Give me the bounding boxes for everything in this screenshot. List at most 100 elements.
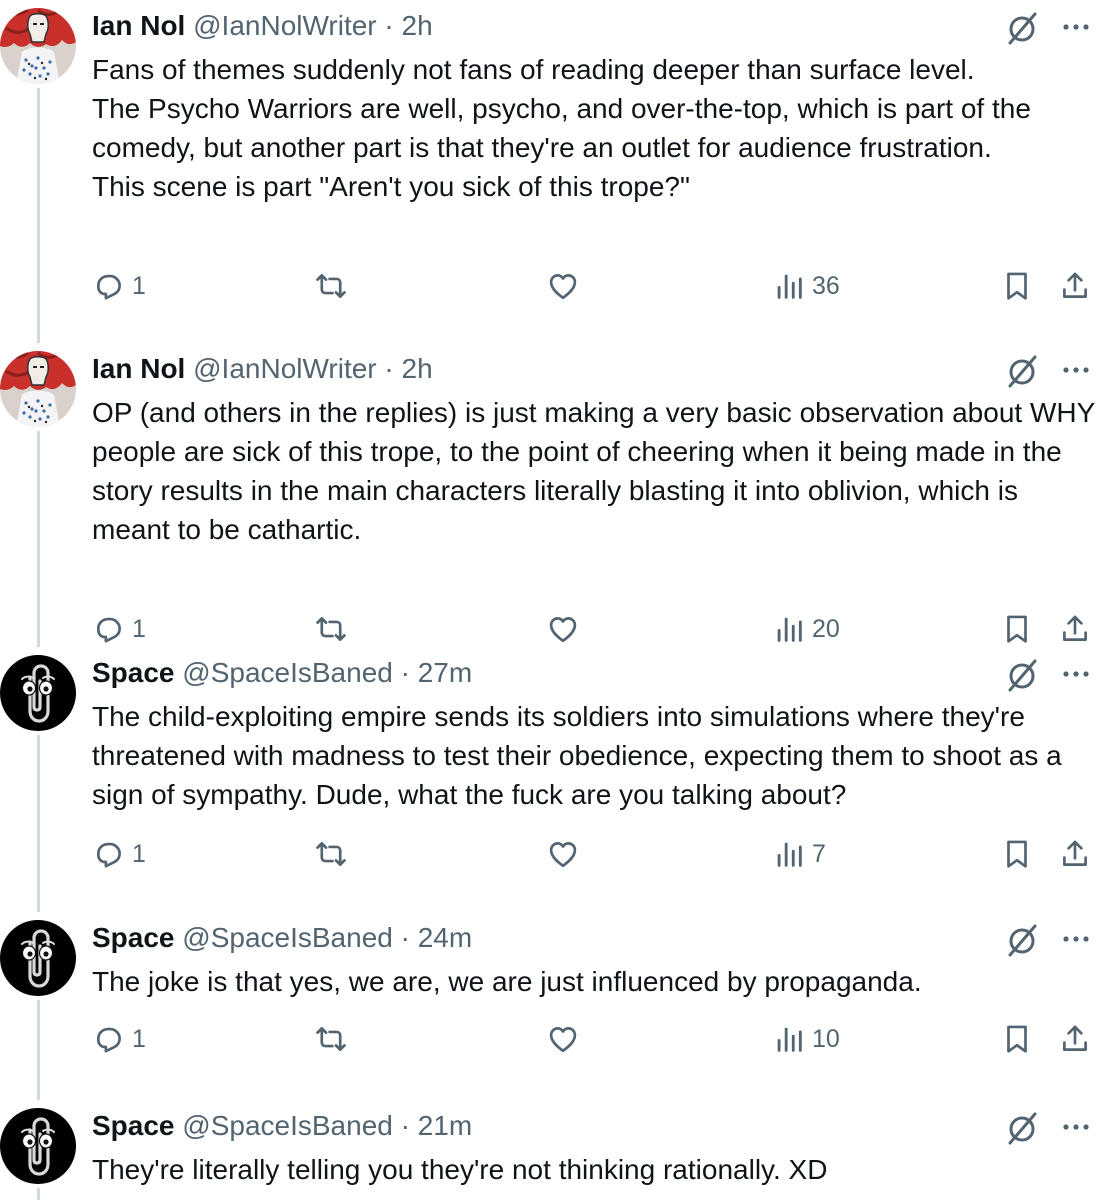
share-button[interactable]: [1058, 609, 1092, 649]
display-name[interactable]: Ian Nol: [92, 353, 185, 384]
display-name[interactable]: Space: [92, 657, 175, 688]
display-name[interactable]: Space: [92, 1110, 175, 1141]
paperclip-avatar: [0, 1108, 76, 1184]
reply-count: 1: [132, 271, 146, 300]
grok-icon[interactable]: [1002, 353, 1042, 389]
like-button[interactable]: [546, 266, 580, 306]
reply-count: 1: [132, 614, 146, 643]
grok-icon[interactable]: [1002, 10, 1042, 46]
tweet: Space @SpaceIsBaned · 24m The joke is tha…: [0, 912, 1105, 1100]
user-handle[interactable]: @SpaceIsBaned: [182, 657, 393, 688]
grok-icon[interactable]: [1002, 657, 1042, 693]
retweet-button[interactable]: [314, 834, 348, 874]
avatar[interactable]: [0, 8, 76, 84]
more-icon[interactable]: [1058, 355, 1094, 385]
views-count: 20: [812, 614, 840, 643]
retweet-icon: [314, 612, 348, 646]
retweet-button[interactable]: [314, 266, 348, 306]
retweet-button[interactable]: [314, 1019, 348, 1059]
bookmark-button[interactable]: [1000, 834, 1034, 874]
timestamp[interactable]: 21m: [418, 1110, 472, 1141]
tweet-actions: 1 10: [0, 1019, 1105, 1059]
avatar[interactable]: [0, 351, 76, 427]
reply-icon: [92, 269, 126, 303]
retweet-icon: [314, 269, 348, 303]
avatar[interactable]: [0, 920, 76, 996]
display-name[interactable]: Space: [92, 922, 175, 953]
tweet: Ian Nol @IanNolWriter · 2h Fans of themes…: [0, 0, 1105, 343]
like-button[interactable]: [546, 834, 580, 874]
reply-button[interactable]: 1: [92, 266, 146, 306]
share-icon: [1058, 837, 1092, 871]
avatar[interactable]: [0, 1108, 76, 1184]
grok-icon[interactable]: [1002, 1110, 1042, 1146]
reply-icon: [92, 1022, 126, 1056]
tweet: Ian Nol @IanNolWriter · 2h OP (and others…: [0, 343, 1105, 647]
reply-icon: [92, 837, 126, 871]
reply-icon: [92, 612, 126, 646]
reply-button[interactable]: 1: [92, 834, 146, 874]
timestamp[interactable]: 2h: [402, 10, 433, 41]
tweet: Space @SpaceIsBaned · 27m The child-explo…: [0, 647, 1105, 912]
like-button[interactable]: [546, 609, 580, 649]
views-count: 10: [812, 1024, 840, 1053]
more-icon[interactable]: [1058, 1112, 1094, 1142]
reply-button[interactable]: 1: [92, 1019, 146, 1059]
retweet-icon: [314, 837, 348, 871]
views-button[interactable]: 7: [772, 834, 826, 874]
reply-count: 1: [132, 839, 146, 868]
tweet-header: Space @SpaceIsBaned · 24m: [92, 920, 472, 956]
user-handle[interactable]: @IanNolWriter: [193, 353, 377, 384]
more-icon[interactable]: [1058, 659, 1094, 689]
bookmark-button[interactable]: [1000, 1019, 1034, 1059]
views-icon: [772, 1022, 806, 1056]
like-button[interactable]: [546, 1019, 580, 1059]
tweet-header: Ian Nol @IanNolWriter · 2h: [92, 8, 433, 44]
tweet-text: The child-exploiting empire sends its so…: [92, 701, 1062, 810]
more-icon[interactable]: [1058, 12, 1094, 42]
red-art-avatar: [0, 351, 76, 427]
tweet-text: Fans of themes suddenly not fans of read…: [92, 54, 1031, 202]
timestamp[interactable]: 2h: [402, 353, 433, 384]
tweet-actions: 1 20: [0, 609, 1105, 649]
like-icon: [546, 612, 580, 646]
like-icon: [546, 1022, 580, 1056]
tweet-actions: 1 36: [0, 266, 1105, 306]
paperclip-avatar: [0, 920, 76, 996]
views-icon: [772, 269, 806, 303]
reply-thread: Ian Nol @IanNolWriter · 2h Fans of themes…: [0, 0, 1105, 1200]
share-button[interactable]: [1058, 266, 1092, 306]
share-button[interactable]: [1058, 834, 1092, 874]
share-icon: [1058, 269, 1092, 303]
more-icon[interactable]: [1058, 924, 1094, 954]
views-count: 36: [812, 271, 840, 300]
bookmark-icon: [1000, 612, 1034, 646]
retweet-button[interactable]: [314, 609, 348, 649]
views-icon: [772, 612, 806, 646]
timestamp[interactable]: 27m: [418, 657, 472, 688]
separator-dot: ·: [400, 657, 410, 688]
like-icon: [546, 837, 580, 871]
timestamp[interactable]: 24m: [418, 922, 472, 953]
user-handle[interactable]: @SpaceIsBaned: [182, 1110, 393, 1141]
reply-count: 1: [132, 1024, 146, 1053]
bookmark-icon: [1000, 1022, 1034, 1056]
user-handle[interactable]: @SpaceIsBaned: [182, 922, 393, 953]
grok-icon[interactable]: [1002, 922, 1042, 958]
red-art-avatar: [0, 8, 76, 84]
avatar[interactable]: [0, 655, 76, 731]
bookmark-icon: [1000, 837, 1034, 871]
tweet-text: They're literally telling you they're no…: [92, 1154, 828, 1185]
paperclip-avatar: [0, 655, 76, 731]
views-button[interactable]: 10: [772, 1019, 840, 1059]
share-button[interactable]: [1058, 1019, 1092, 1059]
bookmark-button[interactable]: [1000, 609, 1034, 649]
reply-button[interactable]: 1: [92, 609, 146, 649]
bookmark-button[interactable]: [1000, 266, 1034, 306]
views-button[interactable]: 36: [772, 266, 840, 306]
tweet-header: Space @SpaceIsBaned · 21m: [92, 1108, 472, 1144]
views-button[interactable]: 20: [772, 609, 840, 649]
tweet-header: Ian Nol @IanNolWriter · 2h: [92, 351, 433, 387]
user-handle[interactable]: @IanNolWriter: [193, 10, 377, 41]
display-name[interactable]: Ian Nol: [92, 10, 185, 41]
